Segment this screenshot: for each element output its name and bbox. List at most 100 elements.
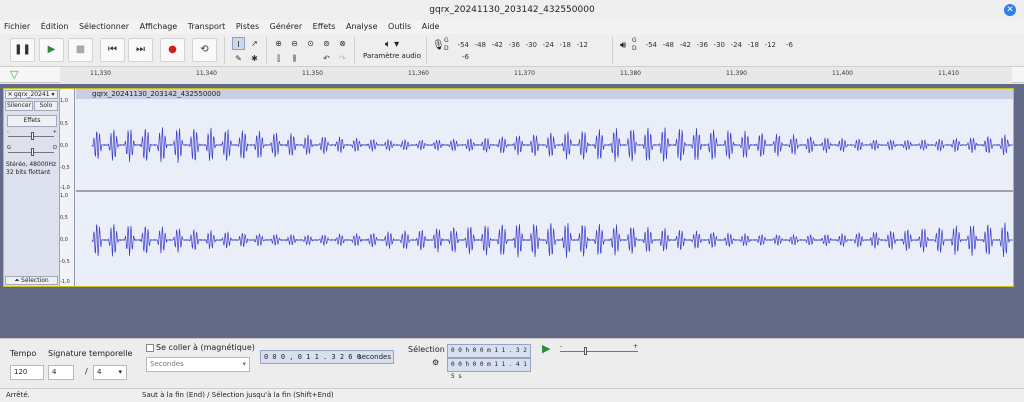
track-control-panel: ✕gqrx_20241 ▾ Silencer Solo Effets - + G D… <box>4 89 60 286</box>
window-title: gqrx_20241130_203142_432550000 <box>429 5 595 15</box>
pause-button[interactable]: ❚❚ <box>10 38 35 62</box>
amplitude-label: 0,0 <box>60 143 68 149</box>
waveform-area[interactable] <box>76 89 1013 286</box>
gain-min-label: - <box>7 129 9 135</box>
menu-aide[interactable]: Aide <box>418 20 444 34</box>
meter-tick: -6 <box>462 53 469 61</box>
track-select-label: Sélection <box>21 277 49 284</box>
record-meter[interactable]: GD -54 -48 -42 -36 -30 -24 -18 -12 -6 <box>444 37 604 61</box>
meter-tick: -30 <box>713 41 725 49</box>
chevron-down-icon: ▾ <box>118 368 122 376</box>
multi-tool-button[interactable]: ✱ <box>248 52 261 65</box>
meter-tick: -54 <box>645 41 657 49</box>
speed-slider-thumb[interactable] <box>584 347 587 355</box>
waveform-svg[interactable] <box>76 89 1013 286</box>
timeline-tick-label: 11,380 <box>620 70 641 77</box>
clip-title[interactable]: gqrx_20241130_203142_432550000 <box>76 89 1013 99</box>
separator <box>224 37 225 64</box>
menu-analyse[interactable]: Analyse <box>342 20 382 34</box>
menu-pistes[interactable]: Pistes <box>232 20 263 34</box>
skip-end-button[interactable]: ⏭ <box>128 38 153 62</box>
snap-unit-select[interactable]: Secondes ▾ <box>146 357 250 372</box>
timeline-ruler[interactable]: 11,330 11,340 11,350 11,360 11,370 11,38… <box>60 67 1012 83</box>
amplitude-label: 0,0 <box>60 237 68 243</box>
waveform-left-channel <box>91 127 1013 163</box>
menu-outils[interactable]: Outils <box>384 20 415 34</box>
stop-button[interactable]: ■ <box>68 38 93 62</box>
pan-slider-thumb[interactable] <box>31 148 34 156</box>
track-select-button[interactable]: ⏶ Sélection <box>5 276 58 285</box>
redo-button[interactable]: ↷ <box>336 52 349 65</box>
close-track-icon[interactable]: ✕ <box>6 91 14 98</box>
time-signature-denominator[interactable]: 4 ▾ <box>93 365 127 380</box>
silence-icon: ⫼ <box>292 54 297 63</box>
snap-unit-value: Secondes <box>150 360 184 368</box>
selection-end[interactable]: 0 0 h 0 0 m 1 1 . 4 1 5 s <box>447 358 531 380</box>
tempo-label: Tempo <box>10 349 37 358</box>
selection-start[interactable]: 0 0 h 0 0 m 1 1 . 3 2 6 s <box>447 344 531 366</box>
time-display[interactable]: 0 0 0 , 0 1 1 . 3 2 6 0 secondes <box>260 350 394 364</box>
zoom-out-button[interactable]: ⊖ <box>288 37 301 50</box>
time-unit: secondes <box>358 353 391 361</box>
menu-fichier[interactable]: Fichier <box>0 20 34 34</box>
undo-button[interactable]: ↶ <box>320 52 333 65</box>
skip-start-button[interactable]: ⏮ <box>100 38 125 62</box>
gain-max-label: + <box>52 129 57 135</box>
tempo-input[interactable]: 120 <box>10 365 44 380</box>
timeline-tick-label: 11,350 <box>302 70 323 77</box>
play-meter-channels: GD <box>632 37 637 53</box>
toolbars: ❚❚ ▶ ■ ⏮ ⏭ ● ⟲ I ↗ ✎ ✱ ⊕ ⊖ ⊙ ⊚ ⊗ ⫿ ⫼ ↶ ↷… <box>0 34 1024 67</box>
close-icon[interactable]: ✕ <box>1004 4 1016 16</box>
record-meter-channels: GD <box>444 37 449 53</box>
mute-button[interactable]: Silencer <box>5 101 33 111</box>
silence-button[interactable]: ⫼ <box>288 52 301 65</box>
zoom-toggle-button[interactable]: ⊗ <box>336 37 349 50</box>
trim-button[interactable]: ⫿ <box>272 52 285 65</box>
record-button[interactable]: ● <box>160 38 185 62</box>
trim-icon: ⫿ <box>277 54 280 63</box>
amplitude-label: -0,5 <box>60 259 70 265</box>
play-button[interactable]: ▶ <box>39 38 64 62</box>
meter-tick: -42 <box>491 41 503 49</box>
microphone-icon[interactable]: 🎙︎ <box>432 40 445 51</box>
play-at-speed-icon[interactable]: ▶ <box>542 342 550 355</box>
audio-setup-button[interactable]: 🔈︎ ▾ Paramètre audio <box>360 38 424 64</box>
amplitude-label: 0,5 <box>60 121 68 127</box>
snap-label: Se coller à (magnétique) <box>156 343 255 352</box>
audio-track[interactable]: ✕gqrx_20241 ▾ Silencer Solo Effets - + G D… <box>3 88 1014 287</box>
menu-generer[interactable]: Générer <box>266 20 306 34</box>
play-meter[interactable]: GD -54 -48 -42 -36 -30 -24 -18 -12 -6 <box>632 37 795 52</box>
pin-head-icon[interactable]: ▽ <box>10 69 18 80</box>
chevron-down-icon[interactable]: ▾ <box>50 91 54 98</box>
skip-end-icon: ⏭ <box>136 44 145 55</box>
stop-icon: ■ <box>75 44 86 55</box>
meter-tick: -30 <box>525 41 537 49</box>
amplitude-label: -1,0 <box>60 279 70 285</box>
zoom-in-button[interactable]: ⊕ <box>272 37 285 50</box>
solo-button[interactable]: Solo <box>34 101 58 111</box>
time-signature-numerator[interactable]: 4 <box>48 365 74 380</box>
playback-speed-slider[interactable]: - + <box>558 343 640 357</box>
gain-slider-thumb[interactable] <box>31 132 34 140</box>
speaker-meter-icon[interactable]: 🔊︎ <box>620 40 626 51</box>
menu-edition[interactable]: Édition <box>37 20 73 34</box>
track-area[interactable]: ✕gqrx_20241 ▾ Silencer Solo Effets - + G D… <box>0 84 1024 338</box>
snap-checkbox[interactable] <box>146 344 154 352</box>
status-bar: Arrêté. Saut à la fin (End) / Sélection … <box>0 388 1024 402</box>
effects-button[interactable]: Effets <box>7 115 57 127</box>
menu-transport[interactable]: Transport <box>184 20 230 34</box>
loop-button[interactable]: ⟲ <box>192 38 217 62</box>
selection-tool-button[interactable]: I <box>232 37 245 50</box>
fit-project-button[interactable]: ⊚ <box>320 37 333 50</box>
track-name-menu[interactable]: gqrx_20241 <box>14 91 50 98</box>
menu-selectionner[interactable]: Sélectionner <box>75 20 133 34</box>
envelope-tool-button[interactable]: ↗ <box>248 37 261 50</box>
menu-affichage[interactable]: Affichage <box>136 20 182 34</box>
pause-icon: ❚❚ <box>14 44 31 55</box>
separator <box>354 37 355 64</box>
fit-selection-button[interactable]: ⊙ <box>304 37 317 50</box>
menu-effets[interactable]: Effets <box>309 20 340 34</box>
selection-settings-icon[interactable]: ⚙ <box>432 358 439 367</box>
track-format-line2: 32 bits flottant <box>6 169 51 176</box>
draw-tool-button[interactable]: ✎ <box>232 52 245 65</box>
